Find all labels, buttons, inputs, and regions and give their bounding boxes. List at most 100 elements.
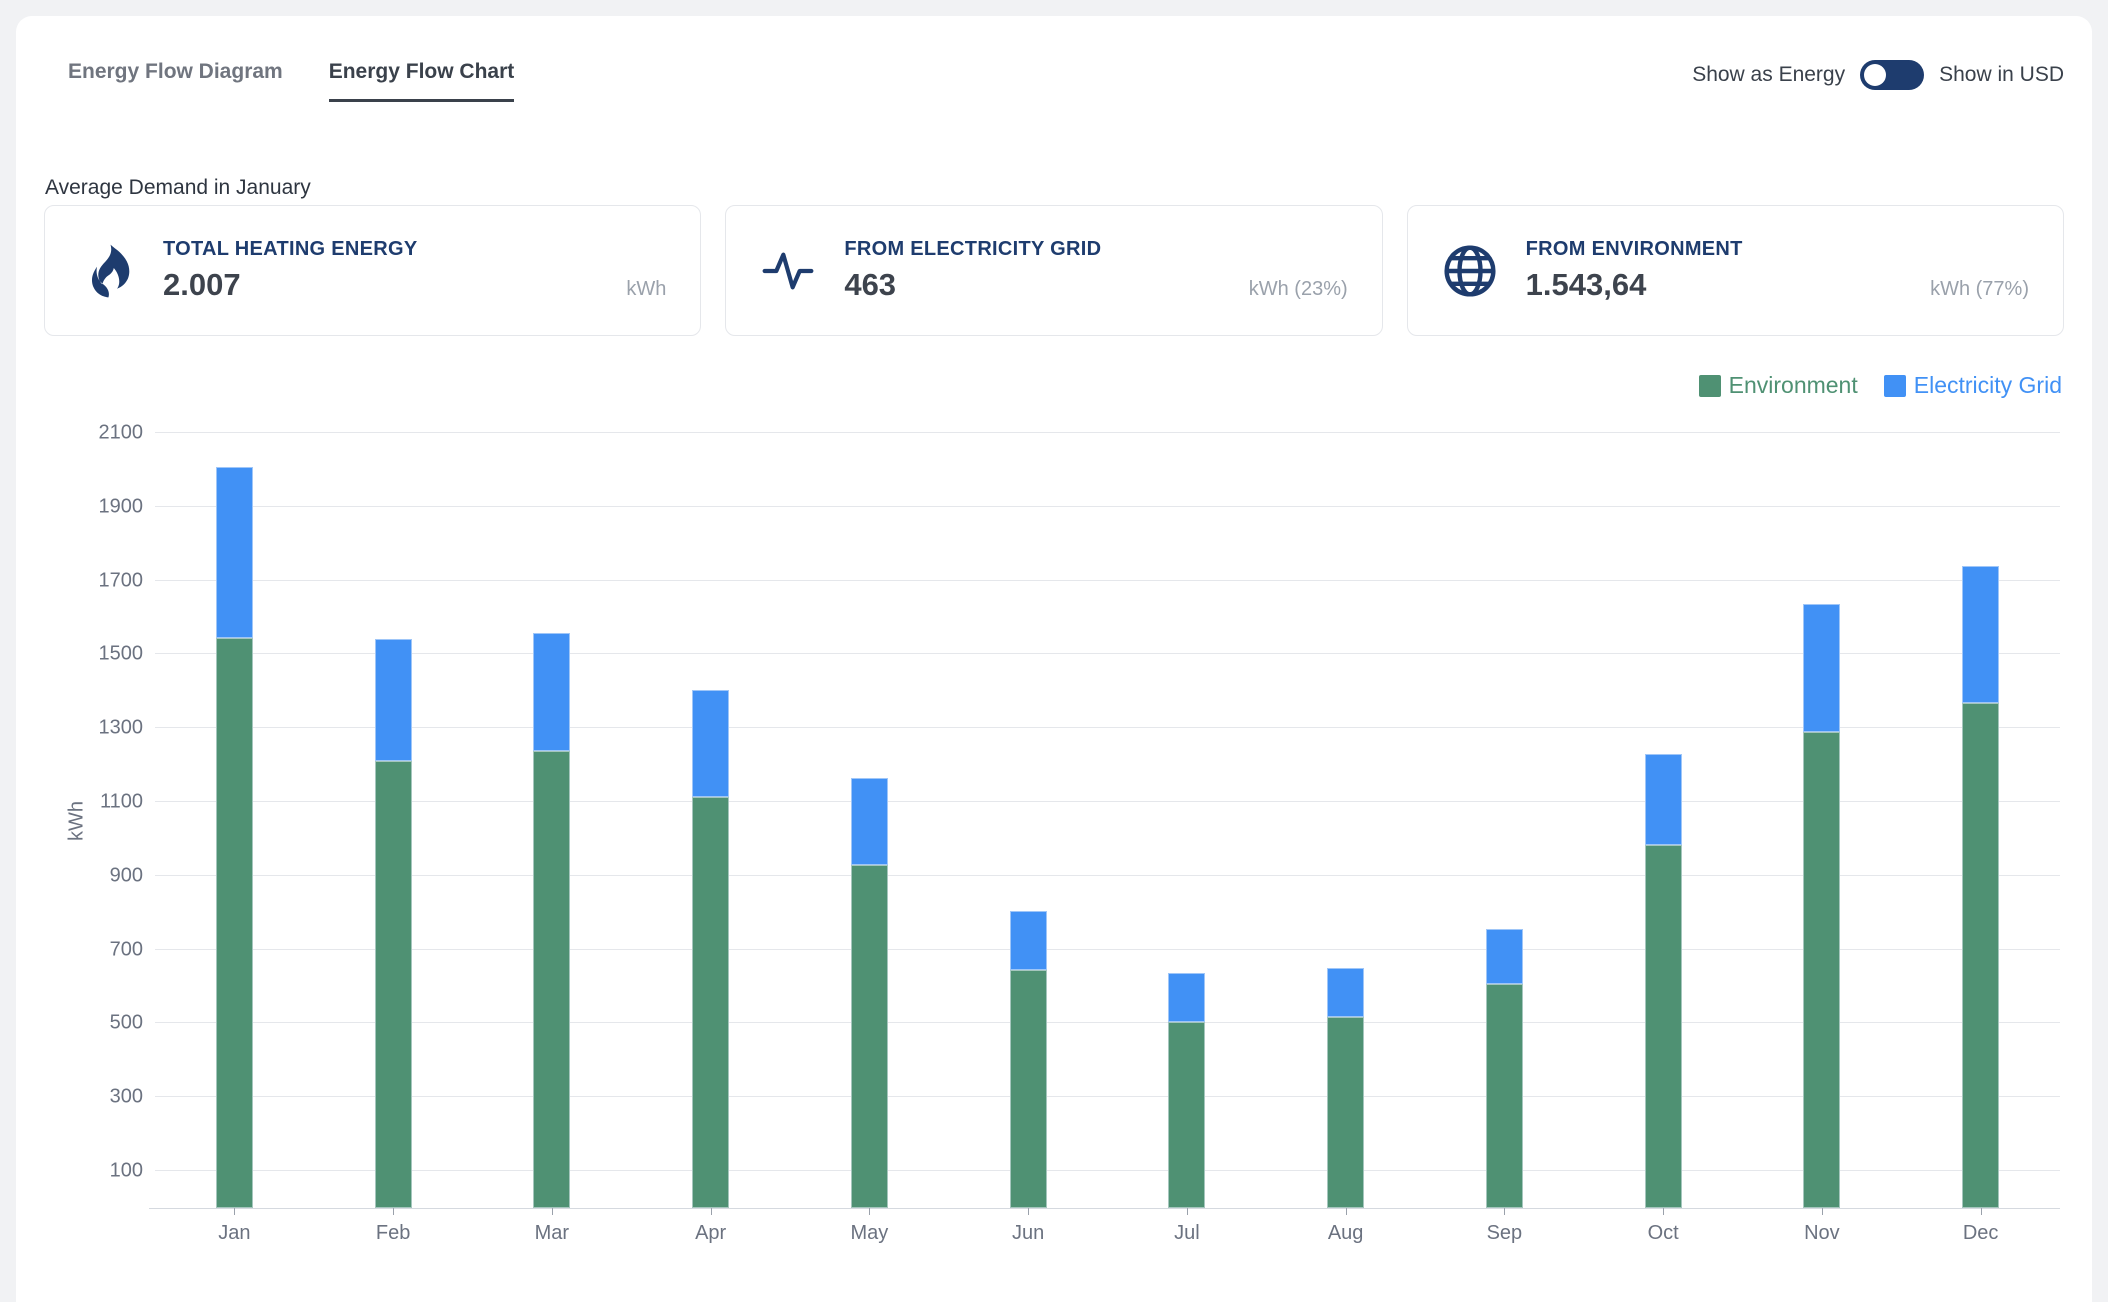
bar-segment-environment <box>375 761 412 1208</box>
stat-card-environment: FROM ENVIRONMENT 1.543,64 kWh (77%) <box>1407 205 2064 336</box>
x-tick <box>1981 1208 1982 1215</box>
stat-card-value: 1.543,64 <box>1526 267 1647 303</box>
bar-segment-environment <box>1010 970 1047 1208</box>
stat-card-unit: kWh (77%) <box>1930 278 2029 301</box>
bar-segment-environment <box>533 751 570 1208</box>
bar-segment-electricity-grid <box>1803 604 1840 732</box>
stat-card-value: 463 <box>844 267 896 303</box>
x-tick <box>1822 1208 1823 1215</box>
bar-segment-environment <box>1168 1022 1205 1208</box>
y-tick-label: 1300 <box>99 717 144 740</box>
energy-usd-toggle[interactable] <box>1860 60 1924 90</box>
x-label-jan: Jan <box>218 1222 250 1245</box>
tab-energy-flow-chart[interactable]: Energy Flow Chart <box>329 60 515 102</box>
y-tick-label: 1700 <box>99 569 144 592</box>
bar-segment-environment <box>1803 732 1840 1208</box>
globe-icon <box>1442 243 1498 299</box>
legend-item-environment[interactable]: Environment <box>1699 372 1858 399</box>
y-axis-title: kWh <box>66 801 89 841</box>
flame-icon <box>79 243 135 299</box>
bar-segment-electricity-grid <box>851 778 888 865</box>
stat-card-title: TOTAL HEATING ENERGY <box>163 238 666 261</box>
stat-card-title: FROM ELECTRICITY GRID <box>844 238 1347 261</box>
stacked-bar-chart: kWh 100300500700900110013001500170019002… <box>155 433 2060 1208</box>
y-tick-label: 1500 <box>99 643 144 666</box>
bar-group-aug[interactable] <box>1327 968 1364 1208</box>
bar-group-mar[interactable] <box>533 633 570 1208</box>
x-label-oct: Oct <box>1648 1222 1679 1245</box>
toggle-knob <box>1864 64 1886 86</box>
stat-card-unit: kWh (23%) <box>1249 278 1348 301</box>
bar-group-feb[interactable] <box>375 639 412 1208</box>
legend-label-environment: Environment <box>1729 372 1858 399</box>
x-label-jul: Jul <box>1174 1222 1200 1245</box>
legend-label-electricity-grid: Electricity Grid <box>1914 372 2062 399</box>
x-label-dec: Dec <box>1963 1222 1999 1245</box>
tab-bar: Energy Flow Diagram Energy Flow Chart <box>68 60 514 102</box>
y-tick-label: 500 <box>110 1012 143 1035</box>
x-label-nov: Nov <box>1804 1222 1840 1245</box>
stat-card-value: 2.007 <box>163 267 241 303</box>
main-panel: Energy Flow Diagram Energy Flow Chart Sh… <box>16 16 2092 1302</box>
bar-segment-electricity-grid <box>1645 754 1682 844</box>
stat-card-title: FROM ENVIRONMENT <box>1526 238 2029 261</box>
gridline <box>155 506 2060 507</box>
stat-card-unit: kWh <box>626 278 666 301</box>
x-tick <box>1663 1208 1664 1215</box>
unit-toggle-group: Show as Energy Show in USD <box>1692 60 2064 90</box>
gridline <box>155 580 2060 581</box>
x-tick <box>1187 1208 1188 1215</box>
bar-segment-electricity-grid <box>533 633 570 751</box>
x-tick <box>552 1208 553 1215</box>
bar-group-nov[interactable] <box>1803 604 1840 1208</box>
bar-segment-electricity-grid <box>1486 929 1523 984</box>
gridline <box>155 727 2060 728</box>
stat-card-total-heating: TOTAL HEATING ENERGY 2.007 kWh <box>44 205 701 336</box>
bar-segment-environment <box>1962 703 1999 1208</box>
bar-group-dec[interactable] <box>1962 566 1999 1209</box>
bar-segment-electricity-grid <box>1962 566 1999 703</box>
gridline <box>155 801 2060 802</box>
tab-energy-flow-diagram[interactable]: Energy Flow Diagram <box>68 60 283 102</box>
x-label-may: May <box>850 1222 888 1245</box>
bar-segment-environment <box>1327 1017 1364 1208</box>
bar-group-sep[interactable] <box>1486 929 1523 1208</box>
bar-segment-electricity-grid <box>692 690 729 797</box>
x-axis-line <box>149 1208 2060 1209</box>
x-label-mar: Mar <box>535 1222 569 1245</box>
activity-icon <box>760 243 816 299</box>
y-tick-label: 1100 <box>100 791 143 814</box>
y-tick-label: 900 <box>110 864 143 887</box>
bar-segment-electricity-grid <box>375 639 412 762</box>
bar-group-jul[interactable] <box>1168 973 1205 1208</box>
x-label-jun: Jun <box>1012 1222 1044 1245</box>
x-tick <box>234 1208 235 1215</box>
bar-segment-environment <box>851 865 888 1208</box>
bar-segment-environment <box>216 638 253 1208</box>
bar-segment-environment <box>1645 845 1682 1209</box>
gridline <box>155 1022 2060 1023</box>
legend-item-electricity-grid[interactable]: Electricity Grid <box>1884 372 2062 399</box>
x-tick <box>711 1208 712 1215</box>
bar-group-jun[interactable] <box>1010 911 1047 1208</box>
bar-segment-electricity-grid <box>1010 911 1047 970</box>
x-label-apr: Apr <box>695 1222 726 1245</box>
section-title: Average Demand in January <box>45 176 311 200</box>
x-label-feb: Feb <box>376 1222 410 1245</box>
x-tick <box>1504 1208 1505 1215</box>
chart-legend: Environment Electricity Grid <box>1699 372 2062 399</box>
y-tick-label: 1900 <box>99 495 144 518</box>
bar-group-may[interactable] <box>851 778 888 1208</box>
gridline <box>155 1096 2060 1097</box>
y-tick-label: 300 <box>110 1086 143 1109</box>
y-tick-label: 2100 <box>99 422 144 445</box>
gridline <box>155 875 2060 876</box>
bar-group-apr[interactable] <box>692 690 729 1209</box>
stat-card-row: TOTAL HEATING ENERGY 2.007 kWh FROM ELEC… <box>44 205 2064 336</box>
bar-group-oct[interactable] <box>1645 754 1682 1208</box>
legend-swatch-environment <box>1699 375 1721 397</box>
bar-segment-electricity-grid <box>216 467 253 638</box>
bar-group-jan[interactable] <box>216 467 253 1208</box>
x-label-sep: Sep <box>1487 1222 1523 1245</box>
gridline <box>155 432 2060 433</box>
